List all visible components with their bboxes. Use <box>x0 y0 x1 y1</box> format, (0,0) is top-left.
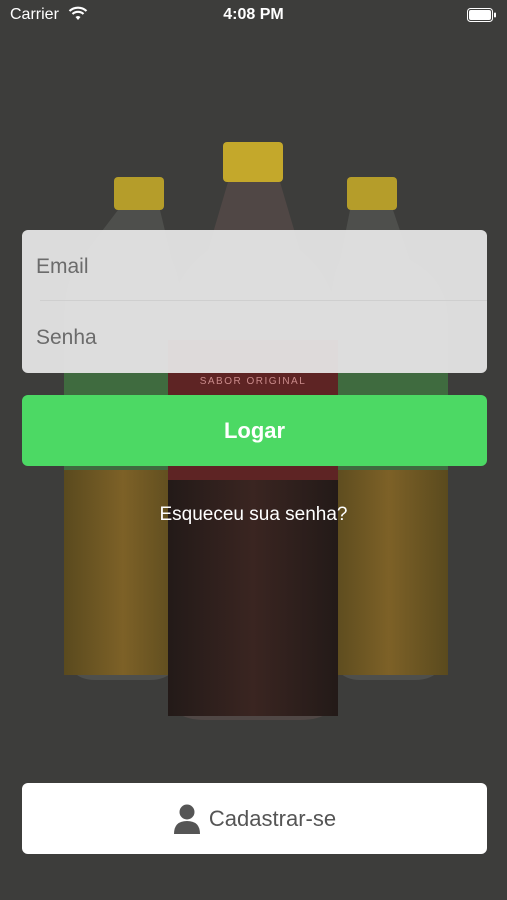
signup-button[interactable]: Cadastrar-se <box>22 783 487 854</box>
signup-label: Cadastrar-se <box>208 805 337 831</box>
field-divider <box>40 300 487 301</box>
login-button[interactable]: Logar <box>22 395 487 466</box>
user-icon <box>173 804 200 834</box>
email-input[interactable] <box>34 246 438 288</box>
forgot-password-link[interactable]: Esqueceu sua senha? <box>0 504 507 526</box>
bottle-label-text: SABOR ORIGINAL <box>200 376 307 387</box>
password-input[interactable] <box>34 317 438 359</box>
